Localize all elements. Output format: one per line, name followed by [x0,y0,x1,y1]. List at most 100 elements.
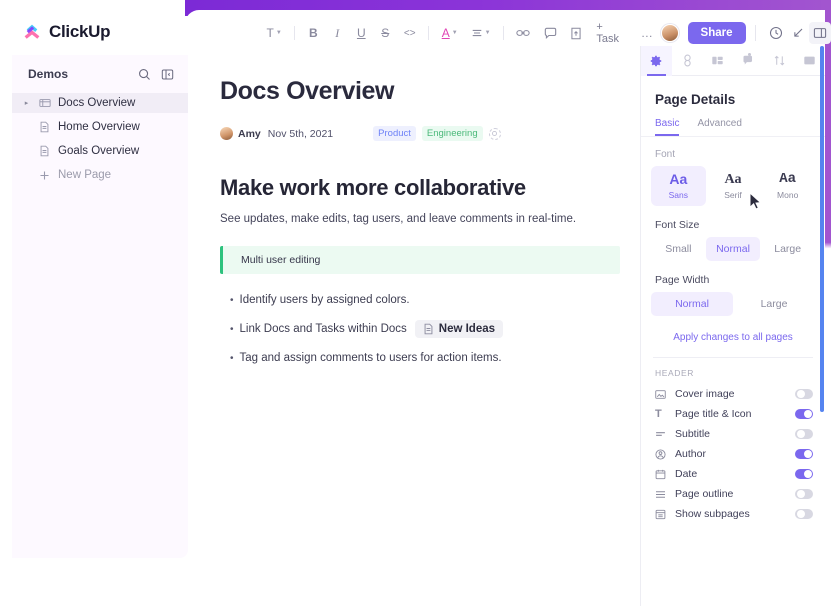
collapse-panel-icon[interactable] [160,67,174,81]
toggle-row-subtitle: Subtitle [655,424,813,444]
font-size-small[interactable]: Small [651,237,706,261]
avatar[interactable] [660,24,679,42]
linked-doc-chip[interactable]: New Ideas [414,320,504,338]
add-task-button[interactable]: + Task [591,21,631,45]
panel-subtabs: Basic Advanced [641,107,825,137]
font-name: Mono [777,189,799,200]
toggle-author[interactable] [795,449,813,459]
sidebar-item-new-page[interactable]: New Page [12,165,188,185]
align-button[interactable]: ▼ [467,22,494,44]
sidebar-item-label: Home Overview [58,121,140,133]
font-section-label: Font [655,149,676,160]
list-item-text: Identify users by assigned colors. [239,294,410,306]
comment-button[interactable] [540,22,560,44]
tab-sort[interactable] [764,46,795,76]
tab-layout[interactable] [702,46,733,76]
subpages-icon [655,509,669,520]
toggle-show-subpages[interactable] [795,509,813,519]
tag-product[interactable]: Product [373,126,416,141]
font-size-large[interactable]: Large [760,237,815,261]
panel-scrollbar[interactable] [820,46,824,412]
clickup-logo-mark [22,22,42,42]
toggle-label: Cover image [675,388,735,400]
download-icon[interactable] [787,22,809,44]
subtab-basic[interactable]: Basic [655,118,680,136]
more-options-button[interactable]: … [637,22,657,44]
font-option-sans[interactable]: Aa Sans [651,166,706,206]
attachment-button[interactable] [566,22,585,44]
bold-button[interactable]: B [304,22,322,44]
toolbar-divider [428,26,430,40]
sidebar-items: ▸ Docs Overview Home Overview Goals Over… [12,93,188,185]
list-item-text: Link Docs and Tasks within Docs [239,323,407,335]
toggle-subtitle[interactable] [795,429,813,439]
code-button[interactable]: <> [400,22,419,44]
toolbar-divider [754,25,756,41]
calendar-icon [655,469,669,480]
bullet-dot-icon: • [230,294,234,306]
list-item[interactable]: • Identify users by assigned colors. [220,294,620,306]
tab-comments[interactable] [733,46,764,76]
page-width-normal[interactable]: Normal [651,292,733,316]
callout-banner[interactable]: Multi user editing [220,246,620,274]
toggle-row-show-subpages: Show subpages [655,504,813,524]
toggle-date[interactable] [795,469,813,479]
callout-text: Multi user editing [241,254,321,266]
toggle-label: Date [675,468,698,480]
section-subtitle[interactable]: See updates, make edits, tag users, and … [220,213,620,225]
strikethrough-button[interactable]: S [376,22,394,44]
toggle-label: Subtitle [675,428,711,440]
author-avatar [220,127,233,140]
text-color-button[interactable]: A ▼ [438,22,461,44]
tab-settings[interactable] [641,45,672,76]
apply-to-all-pages-link[interactable]: Apply changes to all pages [641,316,825,343]
expand-caret-icon[interactable]: ▸ [22,99,31,107]
font-size-options: Small Normal Large [641,231,825,261]
page-details-panel: Page Details Basic Advanced Font Aa Sans… [640,45,825,606]
bullet-dot-icon: • [230,323,234,335]
font-sample: Aa [724,172,742,188]
plus-icon [38,169,51,182]
sidebar-item-goals-overview[interactable]: Goals Overview [12,141,188,161]
font-option-mono[interactable]: Aa Mono [760,166,815,206]
share-button[interactable]: Share [687,22,746,44]
italic-button[interactable]: I [328,22,346,44]
page-width-large[interactable]: Large [733,292,815,316]
list-item[interactable]: • Tag and assign comments to users for a… [220,352,620,364]
sidebar-item-home-overview[interactable]: Home Overview [12,117,188,137]
align-icon [471,27,483,39]
page-title[interactable]: Docs Overview [220,77,620,106]
image-icon [655,389,669,400]
toggle-page-outline[interactable] [795,489,813,499]
comment-badge [747,52,751,56]
list-item[interactable]: • Link Docs and Tasks within Docs New Id… [220,320,620,338]
bullet-dot-icon: • [230,352,234,364]
right-panel-icon[interactable] [808,22,831,44]
document-tags: Product Engineering [373,126,501,141]
toggle-label: Author [675,448,706,460]
subtab-advanced[interactable]: Advanced [697,118,741,136]
clickup-logo[interactable]: ClickUp [22,22,111,42]
clickup-logo-text: ClickUp [49,22,111,41]
tag-engineering[interactable]: Engineering [421,126,483,141]
clock-history-icon[interactable] [765,22,787,44]
toolbar-divider [294,26,296,40]
sidebar-item-docs-overview[interactable]: ▸ Docs Overview [12,93,188,113]
doc-icon [423,323,434,335]
author-name: Amy [238,127,261,140]
font-option-serif[interactable]: Aa Serif [706,166,761,206]
font-size-normal[interactable]: Normal [705,237,761,261]
tab-links[interactable] [672,46,703,76]
link-button[interactable] [513,22,534,44]
linked-doc-label: New Ideas [438,323,496,335]
section-heading[interactable]: Make work more collaborative [220,175,620,201]
toggle-page-title-icon[interactable] [795,409,813,419]
search-icon[interactable] [137,67,151,81]
doc-stack-icon [38,97,51,110]
font-name: Serif [724,189,742,200]
text-style-button[interactable]: T ▼ [263,22,285,44]
underline-button[interactable]: U [352,22,370,44]
add-tag-icon[interactable] [488,127,501,140]
panel-title: Page Details [655,92,736,107]
toggle-cover-image[interactable] [795,389,813,399]
